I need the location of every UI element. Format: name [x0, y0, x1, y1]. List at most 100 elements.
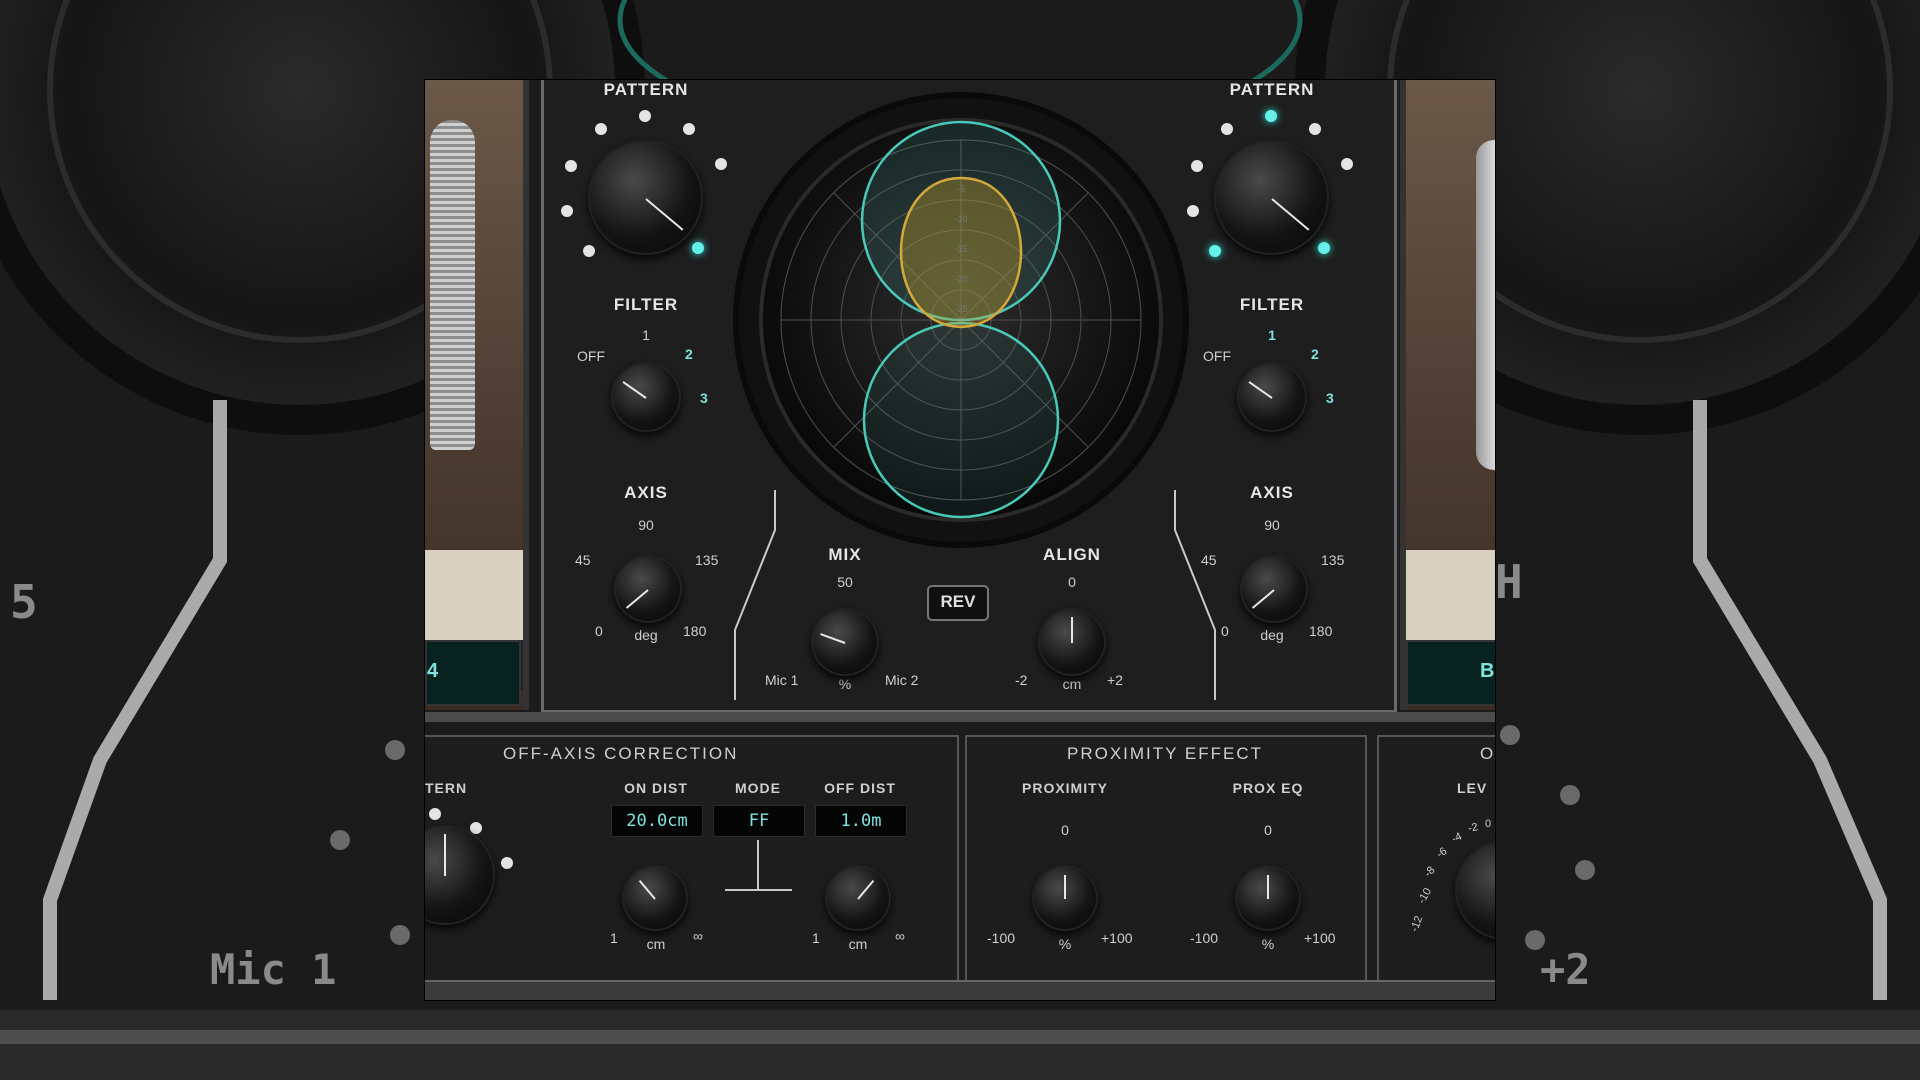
mix-right-tick: Mic 2 [885, 672, 919, 688]
pattern-position-dot[interactable] [595, 123, 607, 135]
prox-eq-max: +100 [1304, 930, 1336, 946]
on-dist-knob[interactable] [622, 865, 688, 931]
on-dist-unit: cm [646, 936, 666, 952]
mic2-axis-label: AXIS [1250, 483, 1294, 502]
pattern-omni-indicator[interactable] [1209, 245, 1221, 257]
mix-knob[interactable] [811, 608, 879, 676]
off-axis-title: OFF-AXIS CORRECTION [503, 744, 739, 763]
filter-tick-label: 1 [642, 327, 650, 343]
mic2-filter-label: FILTER [1239, 295, 1305, 314]
proximity-knob[interactable] [1032, 865, 1098, 931]
filter-tick-label: OFF [1203, 348, 1231, 364]
bg-fragment-left: 5 [10, 575, 38, 629]
on-dist-min: 1 [610, 930, 618, 946]
axis-tick-label: 45 [1201, 552, 1217, 568]
off-dist-knob[interactable] [825, 865, 891, 931]
pattern-position-dot[interactable] [565, 160, 577, 172]
pattern-position-dot[interactable] [1221, 123, 1233, 135]
mic1-filter-knob[interactable] [611, 362, 681, 432]
mic2-filter-knob[interactable] [1237, 362, 1307, 432]
axis-unit-label: deg [1260, 627, 1284, 643]
proximity-center-tick: 0 [1061, 822, 1069, 838]
off-dist-max: ∞ [895, 928, 905, 944]
figure8-lobe-lower [862, 321, 1060, 519]
mode-display[interactable]: FF [713, 805, 805, 837]
pattern-position-dot[interactable] [429, 808, 441, 820]
proximity-min: -100 [987, 930, 1016, 946]
pattern-figure8-indicator[interactable] [692, 242, 704, 254]
align-right-tick: +2 [1107, 672, 1123, 688]
mix-left-tick: Mic 1 [765, 672, 799, 688]
proximity-label: PROXIMITY [1021, 780, 1109, 796]
mic2-image-panel [1400, 80, 1495, 710]
axis-tick-label: 135 [1321, 552, 1345, 568]
proximity-max: +100 [1101, 930, 1133, 946]
bg-mic1-label: Mic 1 [210, 945, 337, 994]
filter-tick-label: 1 [1268, 327, 1276, 343]
polar-pattern-display: -5 -10 -15 -20 -25 [733, 92, 1189, 548]
pattern-position-dot[interactable] [501, 857, 513, 869]
output-level-label: LEV [1457, 780, 1488, 796]
off-axis-pattern-label: TERN [425, 780, 468, 796]
pattern-selected-indicator[interactable] [1265, 110, 1277, 122]
plugin-panel: 4 B -5 -10 -15 -20 -25 PATTERN FILTER OF… [425, 80, 1495, 1000]
pattern-position-dot[interactable] [1191, 160, 1203, 172]
mic1-pattern-knob[interactable] [588, 140, 703, 255]
pattern-position-dot[interactable] [561, 205, 573, 217]
pattern-position-dot[interactable] [639, 110, 651, 122]
polar-ring-label: -25 [954, 304, 967, 314]
mix-unit: % [838, 676, 852, 692]
axis-tick-label: 180 [683, 623, 707, 639]
mic1-pattern-label: PATTERN [603, 80, 689, 99]
axis-tick-label: 135 [695, 552, 719, 568]
align-center-tick: 0 [1068, 574, 1076, 590]
off-dist-min: 1 [812, 930, 820, 946]
mic1-filter-label: FILTER [613, 295, 679, 314]
axis-tick-label: 0 [1221, 623, 1229, 639]
on-dist-max: ∞ [693, 928, 703, 944]
on-dist-display[interactable]: 20.0cm [611, 805, 703, 837]
axis-tick-label: 90 [638, 517, 654, 533]
mic1-axis-knob[interactable] [614, 555, 682, 623]
mic2-pattern-knob[interactable] [1214, 140, 1329, 255]
pattern-figure8-indicator[interactable] [1318, 242, 1330, 254]
prox-eq-knob[interactable] [1235, 865, 1301, 931]
pattern-position-dot[interactable] [715, 158, 727, 170]
off-dist-display[interactable]: 1.0m [815, 805, 907, 837]
mic2-model-display[interactable]: B [1406, 640, 1495, 706]
pattern-position-dot[interactable] [583, 245, 595, 257]
filter-tick-label: 2 [1311, 346, 1319, 362]
bg-plus2-label: +2 [1540, 945, 1591, 994]
filter-tick-label: 3 [700, 390, 708, 406]
mic1-model-display[interactable]: 4 [425, 640, 521, 706]
on-dist-label: ON DIST [624, 780, 688, 796]
prox-eq-label: PROX EQ [1232, 780, 1304, 796]
align-knob[interactable] [1038, 608, 1106, 676]
pattern-position-dot[interactable] [1309, 123, 1321, 135]
axis-unit-label: deg [634, 627, 658, 643]
align-left-tick: -2 [1015, 672, 1028, 688]
proximity-title: PROXIMITY EFFECT [1066, 744, 1264, 763]
mode-label: MODE [735, 780, 781, 796]
polar-ring-label: -20 [954, 274, 967, 284]
mic2-axis-knob[interactable] [1240, 555, 1308, 623]
bg-fragment-right: H [1495, 555, 1523, 609]
filter-tick-label: 3 [1326, 390, 1334, 406]
prox-eq-center-tick: 0 [1264, 822, 1272, 838]
pattern-position-dot[interactable] [1341, 158, 1353, 170]
mix-center-tick: 50 [837, 574, 853, 590]
mic1-axis-label: AXIS [624, 483, 668, 502]
align-label: ALIGN [1043, 545, 1101, 564]
off-dist-unit: cm [848, 936, 868, 952]
mix-label: MIX [828, 545, 862, 564]
polar-ring-label: -10 [954, 214, 967, 224]
pattern-position-dot[interactable] [683, 123, 695, 135]
axis-tick-label: 45 [575, 552, 591, 568]
rev-button[interactable]: REV [927, 585, 989, 621]
mic2-pattern-label: PATTERN [1229, 80, 1315, 99]
axis-tick-label: 90 [1264, 517, 1280, 533]
proximity-unit: % [1058, 936, 1072, 952]
axis-tick-label: 0 [595, 623, 603, 639]
pattern-position-dot[interactable] [1187, 205, 1199, 217]
output-title: O [1480, 744, 1495, 763]
